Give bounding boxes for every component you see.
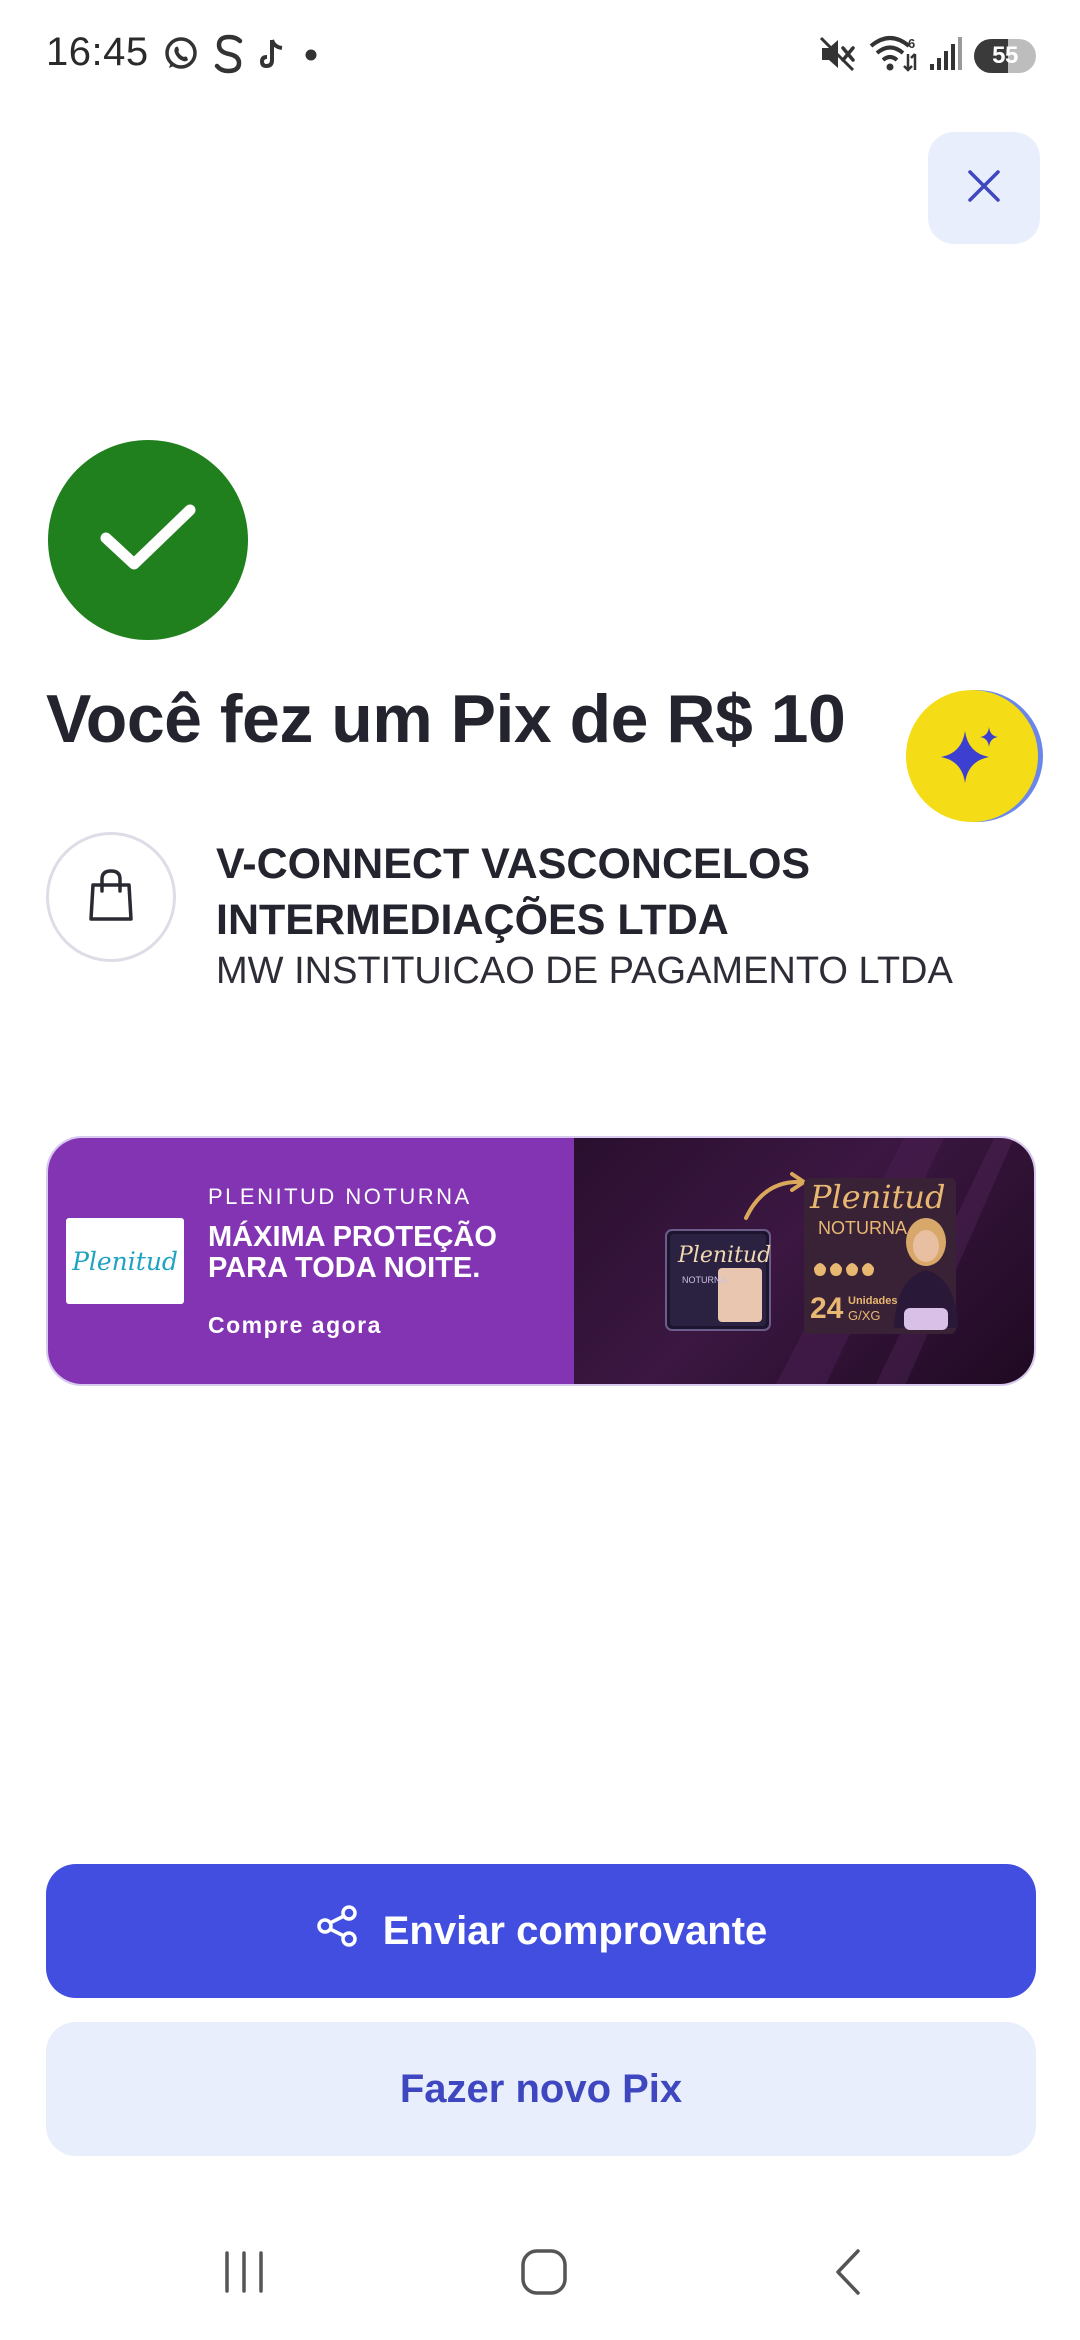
recipient-institution: MW INSTITUICAO DE PAGAMENTO LTDA [216,950,953,992]
ad-banner[interactable]: Plenitud PLENITUD NOTURNA MÁXIMA PROTEÇÃ… [46,1136,1036,1386]
check-icon [98,498,198,583]
product-brand-small: Plenitud [677,1243,771,1268]
shopping-bag-icon [85,867,137,928]
home-icon [519,2247,569,2302]
signal-icon [928,34,964,79]
back-button[interactable] [808,2244,888,2304]
new-pix-button[interactable]: Fazer novo Pix [46,2022,1036,2156]
mute-icon [818,34,858,79]
ad-eyebrow: PLENITUD NOTURNA [208,1184,472,1209]
status-bar: 16:45 6 55 [0,0,1080,112]
ad-text-panel: Plenitud PLENITUD NOTURNA MÁXIMA PROTEÇÃ… [48,1138,574,1384]
tiktok-icon [258,36,288,77]
home-button[interactable] [504,2244,584,2304]
whatsapp-icon [162,35,200,78]
product-count: 24 [810,1292,844,1325]
product-unit: Unidades [848,1295,898,1307]
ad-product-image: Plenitud NOTURNA Plenitud NOTURNA 24 Uni… [574,1138,1034,1384]
recents-button[interactable] [204,2244,284,2304]
page-title: Você fez um Pix de R$ 10 [46,681,846,757]
share-icon [315,1903,361,1959]
system-icons: 6 55 [818,36,1036,76]
send-receipt-button[interactable]: Enviar comprovante [46,1864,1036,1998]
ad-logo: Plenitud [66,1218,184,1304]
new-pix-label: Fazer novo Pix [399,2066,683,2111]
product-brand: Plenitud [809,1178,946,1216]
sparkle-icon [937,719,1007,794]
close-icon [964,166,1004,211]
send-receipt-label: Enviar comprovante [382,1908,768,1953]
success-badge [48,440,248,640]
status-time: 16:45 [46,30,149,74]
product-size: G/XG [848,1308,881,1323]
recents-icon [219,2249,269,2300]
close-button[interactable] [928,132,1040,244]
ai-assistant-button[interactable] [906,690,1038,822]
product-line-small: NOTURNA [682,1275,727,1285]
svg-text:6: 6 [908,36,915,51]
notification-icons [162,34,320,78]
recipient-name: V-CONNECT VASCONCELOS INTERMEDIAÇÕES LTD… [216,840,811,944]
product-line: NOTURNA [818,1218,907,1238]
merchant-avatar [46,832,176,962]
battery-indicator: 55 [974,39,1036,73]
back-icon [828,2247,868,2302]
system-nav-bar [0,2210,1080,2340]
dot-icon [302,45,320,68]
ad-headline: MÁXIMA PROTEÇÃO PARA TODA NOITE. [208,1221,497,1284]
wifi-icon: 6 [868,34,918,79]
s-app-icon [214,34,244,79]
ad-cta-link[interactable]: Compre agora [208,1312,382,1339]
